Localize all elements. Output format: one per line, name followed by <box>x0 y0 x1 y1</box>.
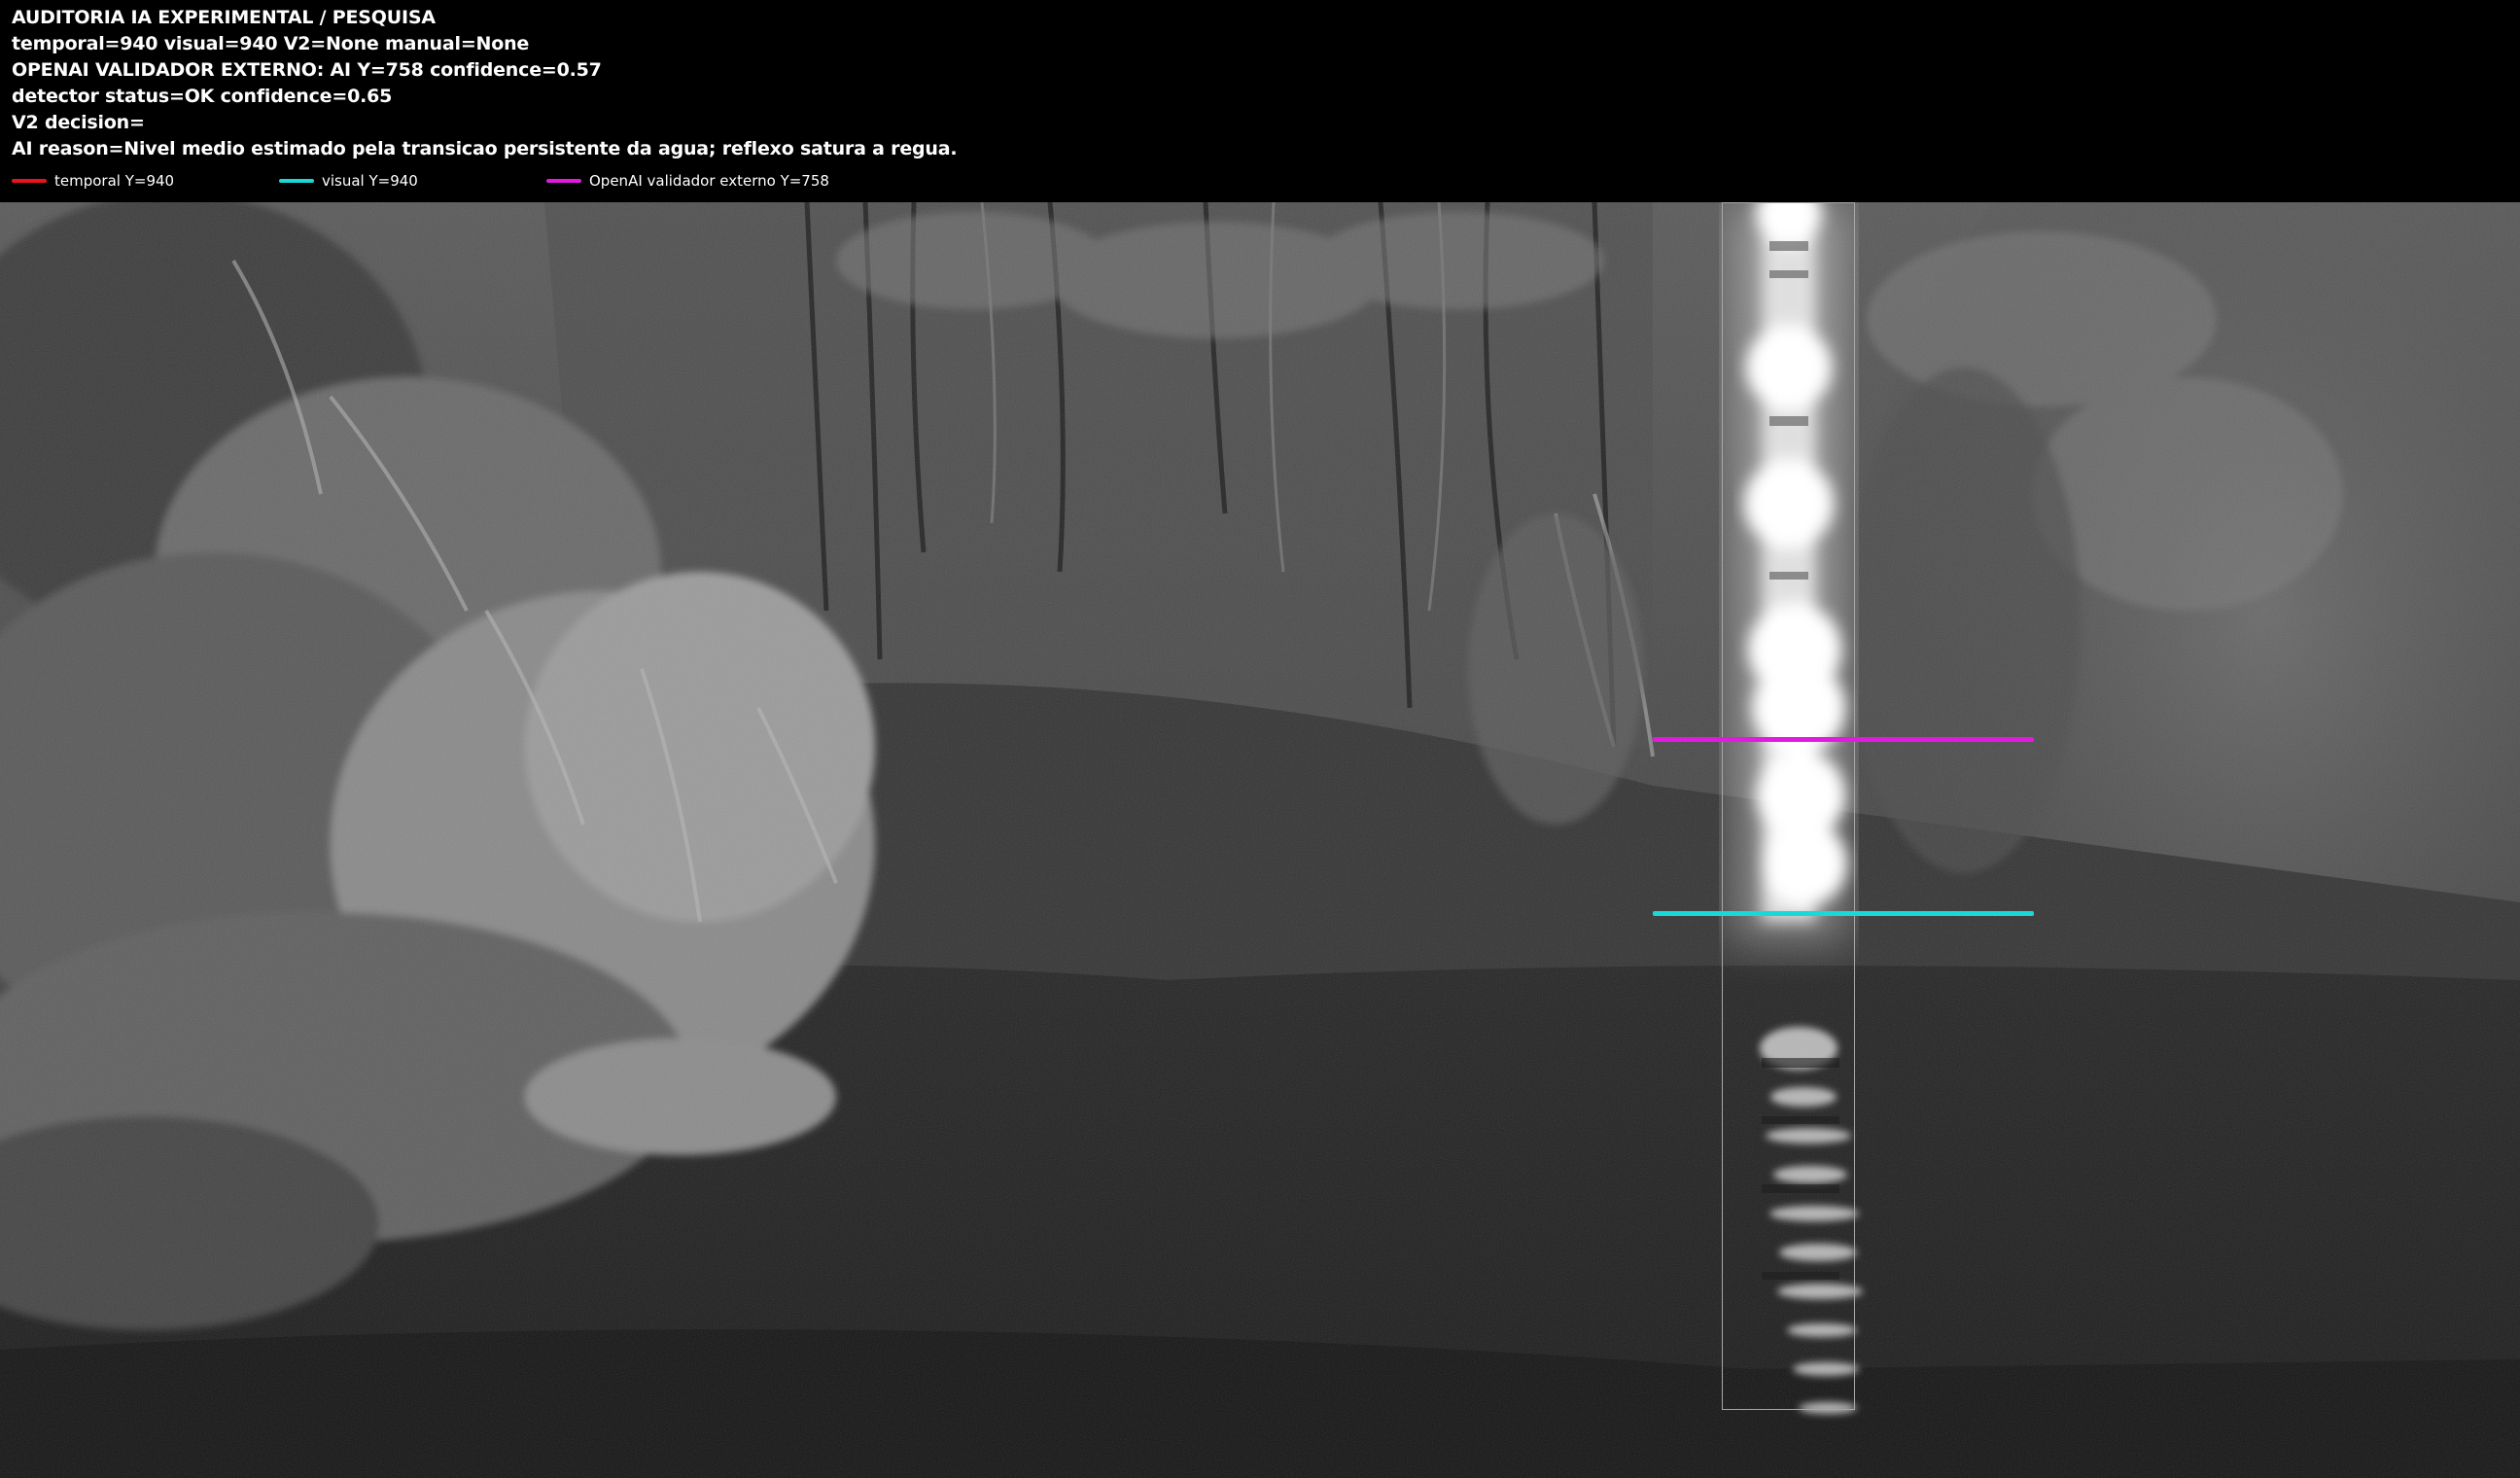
v2-decision-line: V2 decision= <box>12 112 145 133</box>
openai-validator-line: OPENAI VALIDADOR EXTERNO: AI Y=758 confi… <box>12 59 602 81</box>
line-swatch-icon <box>546 179 581 183</box>
ai-reason-line: AI reason=Nivel medio estimado pela tran… <box>12 138 958 159</box>
ruler-roi-box <box>1722 202 1855 1410</box>
audit-header: AUDITORIA IA EXPERIMENTAL / PESQUISA tem… <box>0 0 2520 202</box>
camera-frame <box>0 202 2520 1478</box>
line-swatch-icon <box>279 179 314 183</box>
legend-label: temporal Y=940 <box>54 172 175 190</box>
openai-level-line <box>1653 737 2034 742</box>
audit-title: AUDITORIA IA EXPERIMENTAL / PESQUISA <box>12 7 436 28</box>
detector-status-line: detector status=OK confidence=0.65 <box>12 86 393 107</box>
camera-audit-view: AUDITORIA IA EXPERIMENTAL / PESQUISA tem… <box>0 0 2520 1478</box>
line-swatch-icon <box>12 179 47 183</box>
legend-label: visual Y=940 <box>322 172 418 190</box>
visual-level-line <box>1653 911 2034 916</box>
legend-label: OpenAI validador externo Y=758 <box>589 172 829 190</box>
level-readings: temporal=940 visual=940 V2=None manual=N… <box>12 33 530 54</box>
